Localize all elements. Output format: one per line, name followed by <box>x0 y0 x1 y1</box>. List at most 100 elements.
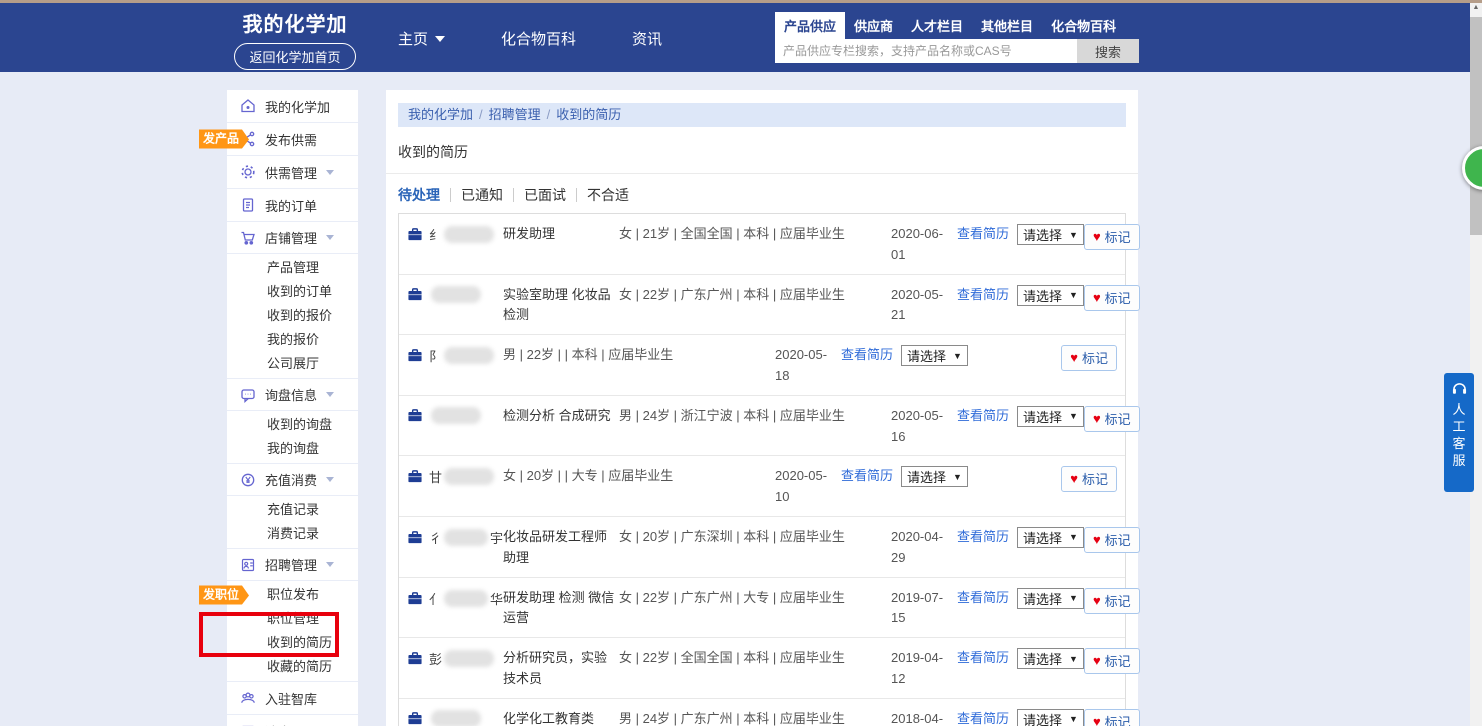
mark-button-label: 标记 <box>1082 469 1108 488</box>
sidebar-item-recruit-mgmt[interactable]: 招聘管理 <box>227 549 358 581</box>
mark-button[interactable]: ♥标记 <box>1084 406 1140 432</box>
customer-service-label-char: 客 <box>1452 435 1465 452</box>
tab-pending[interactable]: 待处理 <box>398 185 440 205</box>
breadcrumb-link[interactable]: 招聘管理 <box>489 103 541 127</box>
sidebar-item-shop-mgmt[interactable]: 店铺管理 <box>227 222 358 254</box>
sidebar-item-think-tank[interactable]: 入驻智库 <box>227 682 358 714</box>
sidebar-item-my-orders[interactable]: 我的订单 <box>227 189 358 221</box>
status-select[interactable]: 请选择▼ <box>1017 527 1084 548</box>
breadcrumb-link[interactable]: 我的化学加 <box>408 103 473 127</box>
status-select[interactable]: 请选择▼ <box>1017 224 1084 245</box>
search-tab-suppliers[interactable]: 供应商 <box>845 12 902 39</box>
sidebar-item-product-mgmt[interactable]: 产品管理 <box>227 256 358 280</box>
cart-icon <box>240 230 256 246</box>
apply-date: 2020-04-29 <box>891 527 957 569</box>
view-resume-link[interactable]: 查看简历 <box>957 224 1017 245</box>
position-applied: 化妆品研发工程师助理 <box>503 527 619 569</box>
sidebar-subitems: 充值记录消费记录 <box>227 496 358 548</box>
chat-widget-icon[interactable] <box>1462 146 1482 190</box>
nav-item-compound-wiki[interactable]: 化合物百科 <box>501 28 576 49</box>
back-to-homepage-button[interactable]: 返回化学加首页 <box>234 43 355 70</box>
badge-post-job: 发职位 <box>199 586 242 605</box>
sidebar-subitems: 产品管理收到的订单收到的报价我的报价公司展厅 <box>227 254 358 378</box>
mark-button[interactable]: ♥标记 <box>1084 709 1140 726</box>
tab-interviewed[interactable]: 已面试 <box>524 185 566 205</box>
sidebar-item-my-quotes[interactable]: 我的报价 <box>227 328 358 352</box>
status-select[interactable]: 请选择▼ <box>901 345 968 366</box>
view-resume-link[interactable]: 查看简历 <box>841 345 901 366</box>
header-search: 产品供应供应商人才栏目其他栏目化合物百科 搜索 <box>775 12 1139 63</box>
view-resume-link[interactable]: 查看简历 <box>957 648 1017 669</box>
select-arrow-icon: ▼ <box>1069 230 1078 240</box>
candidate-details: 女 | 21岁 | 全国全国 | 本科 | 应届毕业生 <box>619 224 891 245</box>
mark-button[interactable]: ♥标记 <box>1061 345 1117 371</box>
tab-unsuitable[interactable]: 不合适 <box>587 185 629 205</box>
candidate-name: 彭 <box>407 648 503 668</box>
mark-button[interactable]: ♥标记 <box>1084 588 1140 614</box>
candidate-details: 男 | 22岁 | | 本科 | 应届毕业生 <box>503 345 775 366</box>
sidebar-item-label: 充值消费 <box>265 470 317 489</box>
nav-item-home[interactable]: 主页 <box>398 28 445 49</box>
sidebar-item-received-quotes[interactable]: 收到的报价 <box>227 304 358 328</box>
candidate-name-fragment: 彳 <box>429 528 442 547</box>
view-resume-link[interactable]: 查看简历 <box>957 588 1017 609</box>
status-select[interactable]: 请选择▼ <box>1017 588 1084 609</box>
candidate-name-fragment: 纟 <box>429 225 442 244</box>
tab-notified[interactable]: 已通知 <box>461 185 503 205</box>
sidebar-item-consume-records[interactable]: 消费记录 <box>227 522 358 546</box>
sidebar-item-received-inquiries[interactable]: 收到的询盘 <box>227 413 358 437</box>
resume-row: 彳宇化妆品研发工程师助理女 | 20岁 | 广东深圳 | 本科 | 应届毕业生2… <box>399 517 1125 578</box>
status-select[interactable]: 请选择▼ <box>1017 406 1084 427</box>
candidate-name-fragment: 亻 <box>429 589 442 608</box>
search-tab-talent[interactable]: 人才栏目 <box>902 12 972 39</box>
chevron-down-icon <box>326 562 334 567</box>
apply-date: 2020-05-21 <box>891 285 957 327</box>
select-arrow-icon: ▼ <box>1069 411 1078 421</box>
scrollbar[interactable]: ▲ <box>1470 0 1482 726</box>
status-select[interactable]: 请选择▼ <box>1017 285 1084 306</box>
search-tab-compound-wiki[interactable]: 化合物百科 <box>1042 12 1125 39</box>
status-select[interactable]: 请选择▼ <box>901 466 968 487</box>
breadcrumb-link[interactable]: 收到的简历 <box>556 103 621 127</box>
sidebar-item-supply-mgmt[interactable]: 供需管理 <box>227 156 358 188</box>
sidebar-item-received-orders[interactable]: 收到的订单 <box>227 280 358 304</box>
mark-button[interactable]: ♥标记 <box>1084 648 1140 674</box>
search-button[interactable]: 搜索 <box>1077 39 1139 63</box>
view-resume-link[interactable]: 查看简历 <box>957 527 1017 548</box>
sidebar-item-my-chemadd[interactable]: 我的化学加 <box>227 90 358 122</box>
position-applied: 化学化工教育类 <box>503 709 619 726</box>
scrollbar-thumb[interactable] <box>1470 17 1482 235</box>
view-resume-link[interactable]: 查看简历 <box>957 285 1017 306</box>
search-input[interactable] <box>775 39 1077 63</box>
sidebar-item-received-resumes[interactable]: 收到的简历 <box>227 631 358 655</box>
chevron-down-icon <box>326 392 334 397</box>
mark-button[interactable]: ♥标记 <box>1084 224 1140 250</box>
view-resume-link[interactable]: 查看简历 <box>841 466 901 487</box>
people-icon <box>240 690 256 706</box>
customer-service-button[interactable]: 人工客服 <box>1444 373 1474 492</box>
view-resume-link[interactable]: 查看简历 <box>957 709 1017 726</box>
blurred-name <box>431 710 481 726</box>
nav-item-news[interactable]: 资讯 <box>632 28 662 49</box>
mark-button[interactable]: ♥标记 <box>1084 527 1140 553</box>
resume-row: 甘女 | 20岁 | | 大专 | 应届毕业生2020-05-10查看简历请选择… <box>399 456 1125 517</box>
sidebar-item-company-showroom[interactable]: 公司展厅 <box>227 352 358 376</box>
blurred-name <box>444 468 494 485</box>
status-select[interactable]: 请选择▼ <box>1017 648 1084 669</box>
search-tab-product-supply[interactable]: 产品供应 <box>775 12 845 39</box>
sidebar-item-publish-supply[interactable]: 发布供需发产品 <box>227 123 358 155</box>
mark-button[interactable]: ♥标记 <box>1061 466 1117 492</box>
view-resume-link[interactable]: 查看简历 <box>957 406 1017 427</box>
status-select[interactable]: 请选择▼ <box>1017 709 1084 726</box>
sidebar-item-my-inquiries[interactable]: 我的询盘 <box>227 437 358 461</box>
sidebar-item-job-mgmt[interactable]: 职位管理 <box>227 607 358 631</box>
mark-button[interactable]: ♥标记 <box>1084 285 1140 311</box>
divider <box>386 173 1138 174</box>
sidebar-item-inquiry-info[interactable]: 询盘信息 <box>227 379 358 411</box>
search-tab-other[interactable]: 其他栏目 <box>972 12 1042 39</box>
sidebar-item-messages[interactable]: 消息 <box>227 715 358 726</box>
sidebar-item-favorite-resumes[interactable]: 收藏的简历 <box>227 655 358 679</box>
sidebar-item-post-job[interactable]: 职位发布发职位 <box>227 583 358 607</box>
sidebar-item-recharge-records[interactable]: 充值记录 <box>227 498 358 522</box>
sidebar-item-recharge-consume[interactable]: 充值消费 <box>227 464 358 496</box>
